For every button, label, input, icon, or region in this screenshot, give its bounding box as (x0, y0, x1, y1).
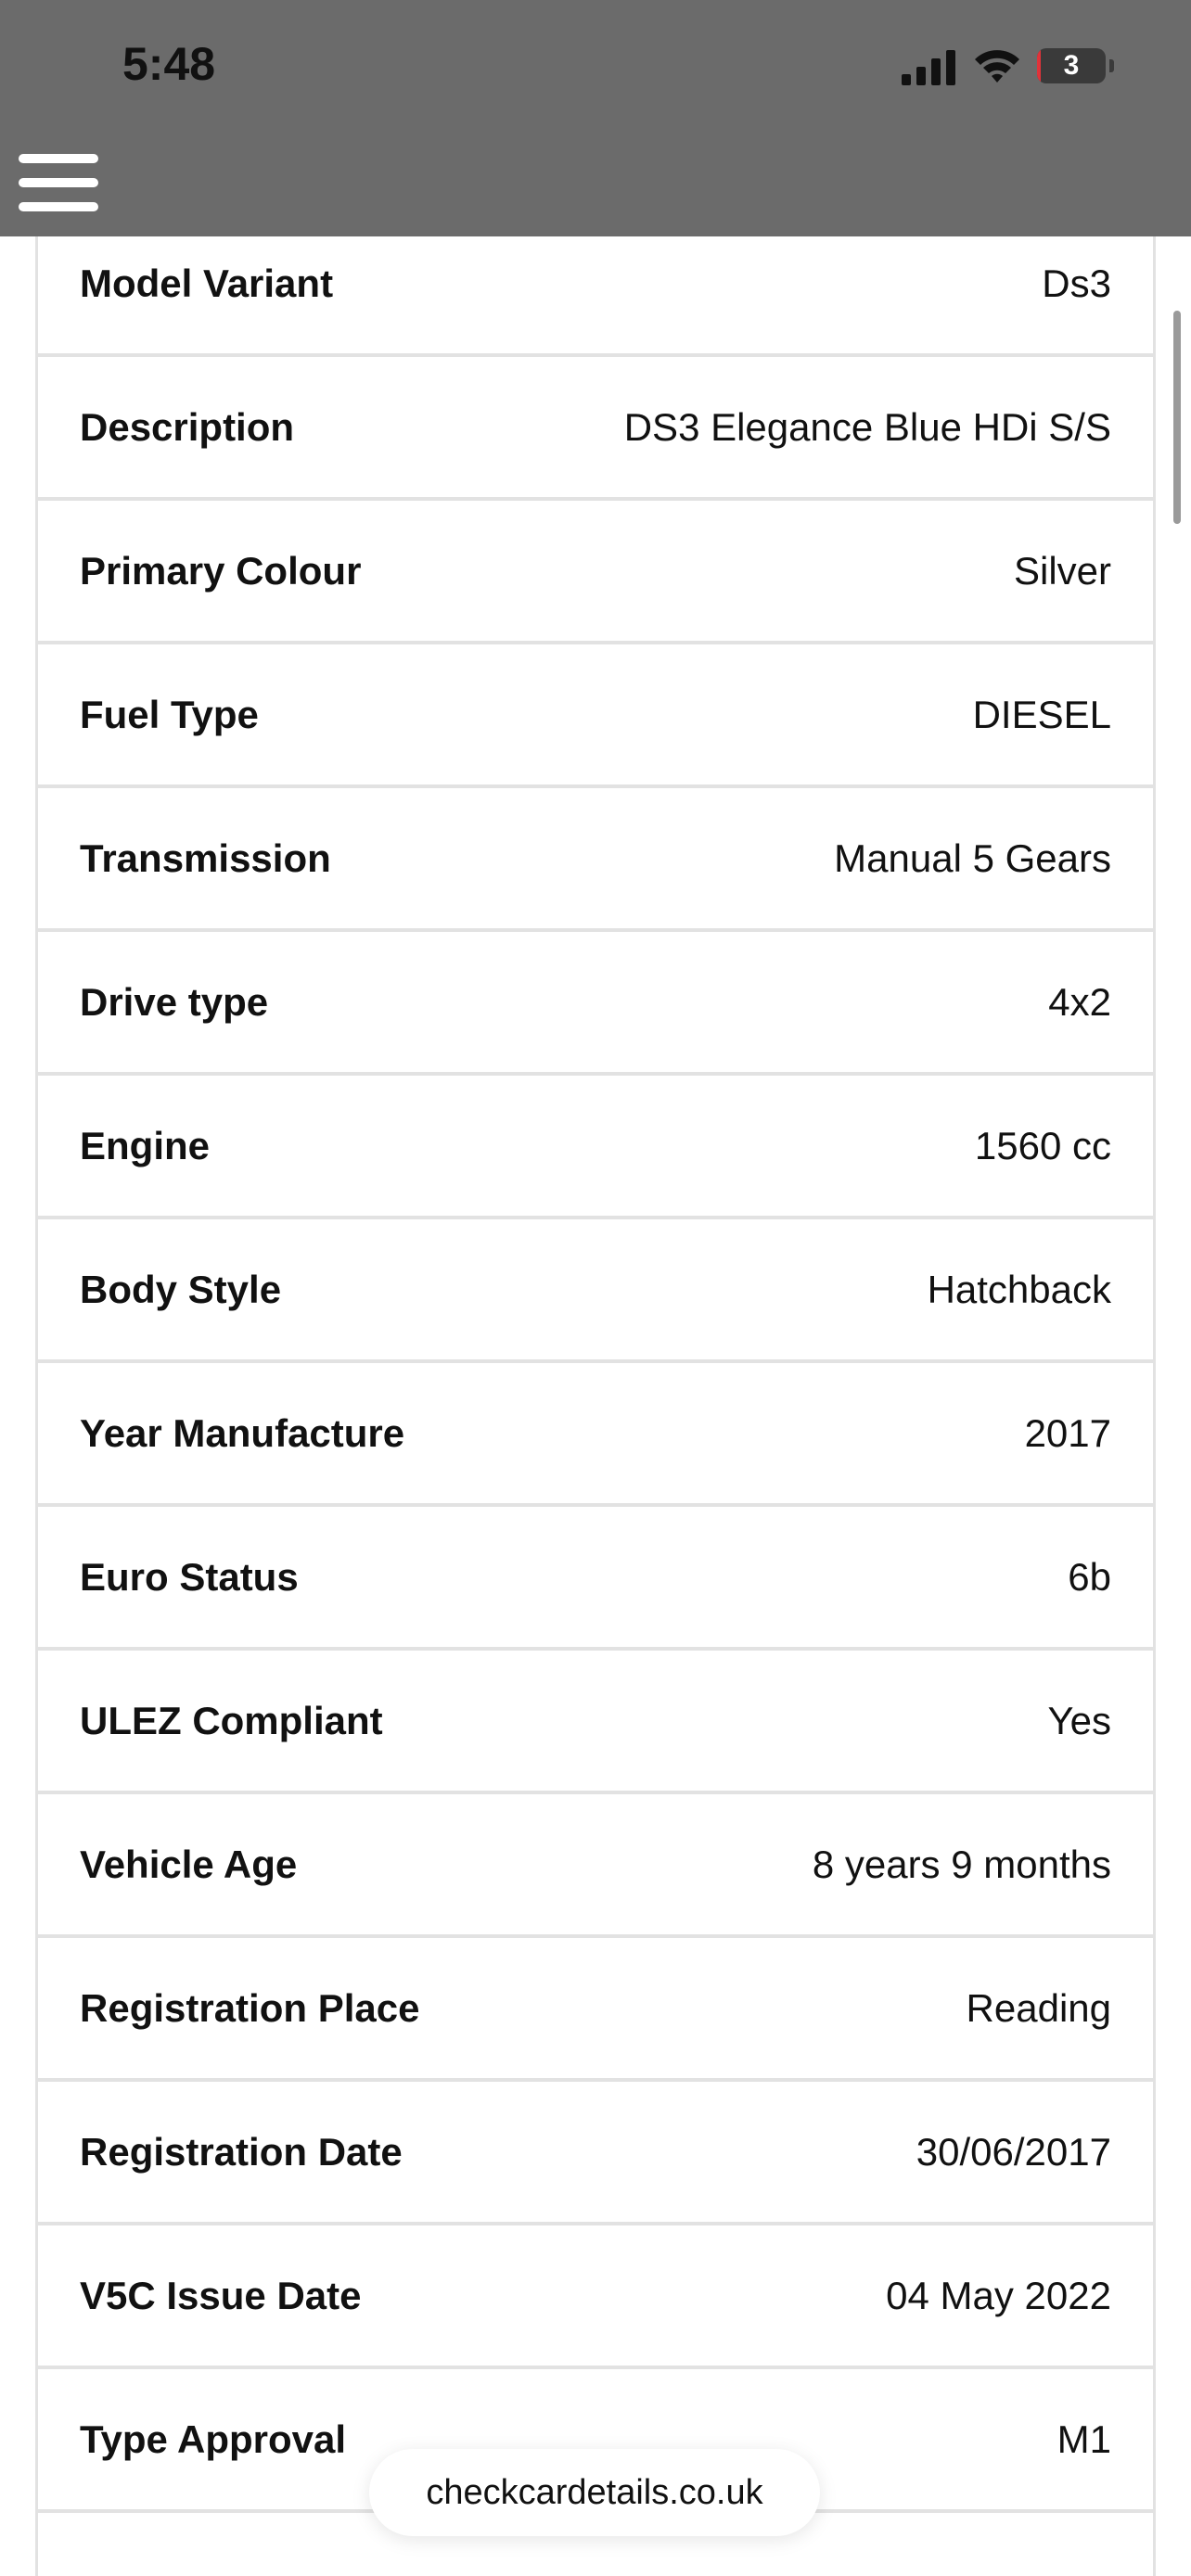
row-label: Description (80, 405, 295, 449)
table-row: Registration Date 30/06/2017 (38, 2082, 1153, 2225)
row-value: Reading (966, 1986, 1111, 2030)
row-label: Primary Colour (80, 549, 362, 593)
row-label: Year Manufacture (80, 1411, 405, 1455)
row-label: Registration Place (80, 1986, 420, 2030)
battery-level: 3 (1063, 50, 1080, 81)
row-label: Body Style (80, 1268, 282, 1311)
row-value: 4x2 (1048, 980, 1111, 1024)
row-label: Engine (80, 1124, 211, 1167)
row-value: 1560 cc (974, 1124, 1111, 1167)
page-scrollbar[interactable] (1173, 311, 1181, 524)
table-row: Transmission Manual 5 Gears (38, 788, 1153, 932)
row-label: Euro Status (80, 1555, 299, 1599)
row-value: 8 years 9 months (812, 1843, 1111, 1886)
row-label: V5C Issue Date (80, 2274, 362, 2317)
table-row: V5C Issue Date 04 May 2022 (38, 2225, 1153, 2369)
table-row: Euro Status 6b (38, 1507, 1153, 1651)
table-row: Description DS3 Elegance Blue HDi S/S (38, 357, 1153, 501)
url-bar[interactable]: checkcardetails.co.uk (369, 2449, 820, 2536)
row-label: Fuel Type (80, 693, 259, 736)
hamburger-menu-icon[interactable] (19, 154, 98, 211)
table-row: Vehicle Age 8 years 9 months (38, 1794, 1153, 1938)
row-value: M1 (1057, 2417, 1111, 2461)
row-value: 30/06/2017 (916, 2130, 1111, 2174)
row-value: Hatchback (927, 1268, 1111, 1311)
row-value: 04 May 2022 (886, 2274, 1111, 2317)
row-value: Yes (1047, 1699, 1111, 1742)
battery-icon: 3 (1037, 48, 1114, 83)
row-label: Type Approval (80, 2417, 347, 2461)
table-row: Body Style Hatchback (38, 1219, 1153, 1363)
row-value: 2017 (1024, 1411, 1111, 1455)
table-row: Fuel Type DIESEL (38, 644, 1153, 788)
vehicle-details-table: Model Variant Ds3 Description DS3 Elegance … (35, 236, 1156, 2576)
top-bar: 5:48 3 (0, 0, 1191, 236)
table-row: Engine 1560 cc (38, 1076, 1153, 1219)
row-label: ULEZ Compliant (80, 1699, 383, 1742)
row-value: 6b (1068, 1555, 1111, 1599)
cellular-signal-icon (902, 50, 955, 85)
row-label: Drive type (80, 980, 269, 1024)
table-row: Registration Place Reading (38, 1938, 1153, 2082)
table-row: Drive type 4x2 (38, 932, 1153, 1076)
row-label: Transmission (80, 836, 331, 880)
row-value: Silver (1013, 549, 1111, 593)
row-label: Vehicle Age (80, 1843, 298, 1886)
table-row: Primary Colour Silver (38, 501, 1153, 644)
table-row: Year Manufacture 2017 (38, 1363, 1153, 1507)
table-row: ULEZ Compliant Yes (38, 1651, 1153, 1794)
wifi-icon (975, 50, 1019, 83)
status-time: 5:48 (122, 38, 216, 90)
row-value: DIESEL (972, 693, 1111, 736)
row-value: DS3 Elegance Blue HDi S/S (623, 405, 1111, 449)
row-value: Manual 5 Gears (834, 836, 1111, 880)
row-label: Registration Date (80, 2130, 403, 2174)
